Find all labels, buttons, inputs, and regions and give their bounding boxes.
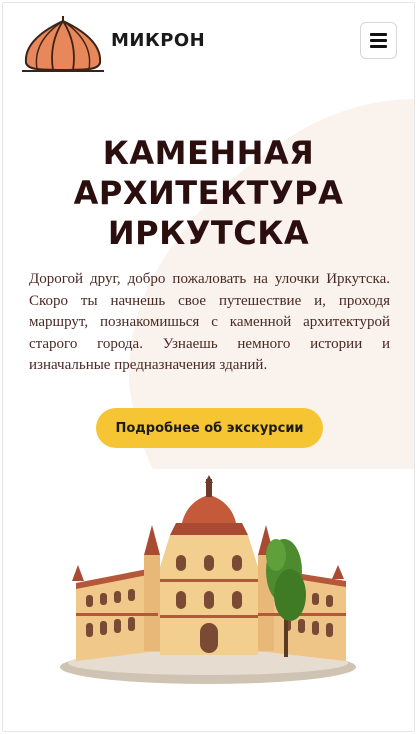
onion-dome-logo-icon[interactable] <box>20 15 106 73</box>
menu-button[interactable] <box>360 22 397 59</box>
title-line-1: КАМЕННАЯ <box>102 134 315 172</box>
intro-text: Дорогой друг, добро пожаловать на улочки… <box>29 271 390 373</box>
hamburger-menu-icon <box>370 30 387 51</box>
title-line-2: АРХИТЕКТУРА <box>73 174 344 212</box>
page-frame: МИКРОН КАМЕННАЯ АРХИТЕКТУРА ИРКУТСКА Дор… <box>2 2 415 732</box>
site-header: МИКРОН <box>3 3 414 99</box>
page-title: КАМЕННАЯ АРХИТЕКТУРА ИРКУТСКА <box>3 133 414 253</box>
tour-details-button[interactable]: Подробнее об экскурсии <box>96 408 323 448</box>
title-line-3: ИРКУТСКА <box>107 214 310 252</box>
brand-name[interactable]: МИКРОН <box>111 30 205 51</box>
historic-building-illustration <box>60 475 356 684</box>
